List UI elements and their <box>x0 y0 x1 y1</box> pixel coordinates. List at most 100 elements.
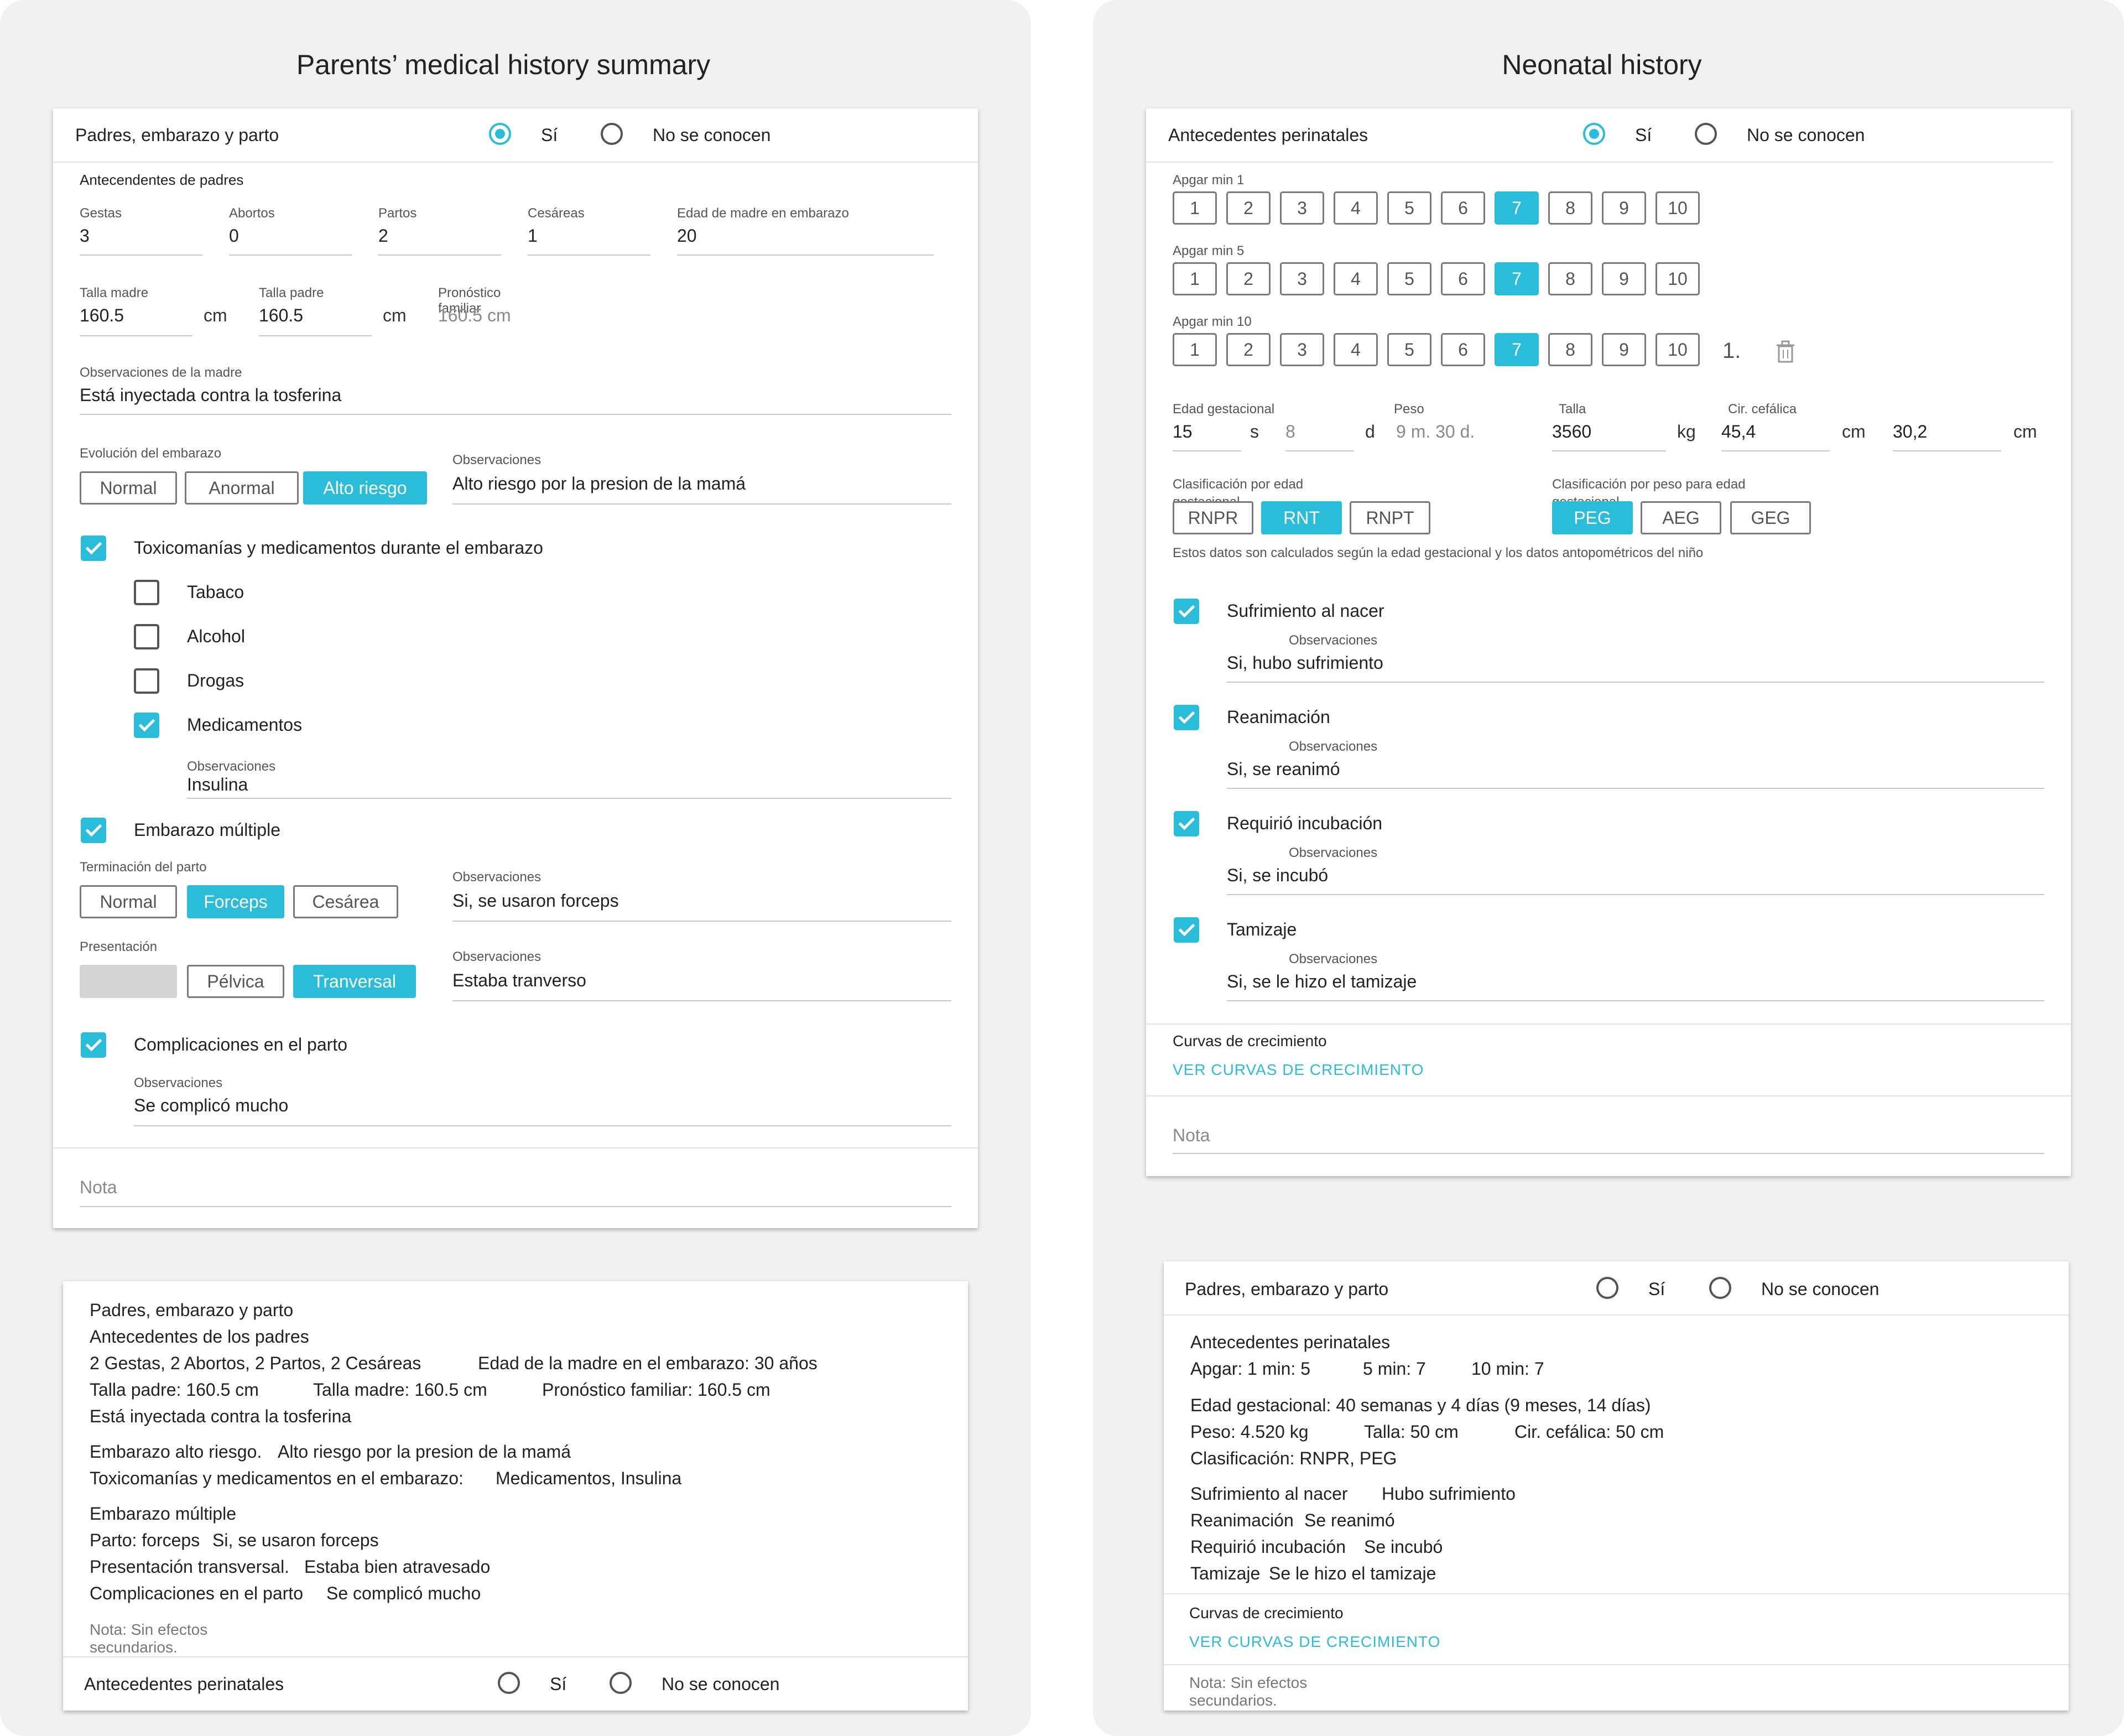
apgar-5-option[interactable]: 1 <box>1173 262 1217 295</box>
apgar-1-option[interactable]: 2 <box>1226 191 1271 225</box>
apgar-5-option[interactable]: 10 <box>1656 262 1700 295</box>
apgar-10-option[interactable]: 2 <box>1226 333 1271 366</box>
cesareas-field[interactable]: 1 <box>528 226 538 246</box>
medicamentos-checkbox[interactable] <box>134 713 159 738</box>
apgar-10-option[interactable]: 4 <box>1334 333 1378 366</box>
abortos-field[interactable]: 0 <box>229 226 239 246</box>
radio-yes[interactable] <box>489 123 511 145</box>
clas-rnt-button[interactable]: RNT <box>1261 501 1342 534</box>
edad-madre-label: Edad de madre en embarazo <box>677 206 849 221</box>
apgar-10-option[interactable]: 8 <box>1548 333 1592 366</box>
radio-unknown[interactable] <box>1695 123 1717 145</box>
talla-field[interactable]: 3560 <box>1552 422 1591 442</box>
cir2-field[interactable]: 30,2 <box>1893 422 1927 442</box>
clas-aeg-button[interactable]: AEG <box>1641 501 1721 534</box>
gestas-field[interactable]: 3 <box>80 226 90 246</box>
evolucion-normal-button[interactable]: Normal <box>80 471 177 505</box>
med-obs-field[interactable]: Insulina <box>187 775 248 795</box>
talla-madre-field[interactable]: 160.5 <box>80 305 124 326</box>
terminacion-forceps-button[interactable]: Forceps <box>187 885 284 918</box>
tamizaje-obs-underline <box>1227 1000 2044 1001</box>
apgar-5-option[interactable]: 3 <box>1280 262 1324 295</box>
summary-radio-yes[interactable] <box>1596 1277 1618 1299</box>
clas-peg-button[interactable]: PEG <box>1552 501 1633 534</box>
clas-rnpt-button[interactable]: RNPT <box>1350 501 1430 534</box>
apgar-5-option[interactable]: 8 <box>1548 262 1592 295</box>
multiple-checkbox[interactable] <box>81 818 106 843</box>
tamizaje-obs-field[interactable]: Si, se le hizo el tamizaje <box>1227 971 1417 992</box>
curvas-link[interactable]: VER CURVAS DE CRECIMIENTO <box>1173 1061 1424 1079</box>
parents-summary-card: Padres, embarazo y parto Antecedentes de… <box>63 1281 968 1711</box>
nota-field[interactable]: Nota <box>80 1177 117 1198</box>
tamizaje-checkbox[interactable] <box>1174 917 1199 943</box>
talla-padre-field[interactable]: 160.5 <box>259 305 303 326</box>
incubacion-obs-field[interactable]: Si, se incubó <box>1227 865 1328 886</box>
presentacion-pelvica-button[interactable]: Pélvica <box>187 965 284 998</box>
terminacion-obs-field[interactable]: Si, se usaron forceps <box>452 891 619 911</box>
clas-rnpr-button[interactable]: RNPR <box>1173 501 1253 534</box>
apgar-10-option[interactable]: 3 <box>1280 333 1324 366</box>
drogas-checkbox[interactable] <box>134 668 159 694</box>
evolucion-anormal-button[interactable]: Anormal <box>185 471 299 505</box>
summary-radio-unknown[interactable] <box>1709 1277 1731 1299</box>
apgar-1-option[interactable]: 6 <box>1441 191 1485 225</box>
apgar-5-option[interactable]: 7 <box>1495 262 1539 295</box>
radio-yes[interactable] <box>1583 123 1605 145</box>
nota-field[interactable]: Nota <box>1173 1125 1210 1146</box>
apgar-10-option[interactable]: 9 <box>1602 333 1646 366</box>
apgar-5-option[interactable]: 6 <box>1441 262 1485 295</box>
edad-gest-weeks-field[interactable]: 15 <box>1173 422 1193 442</box>
presentacion-tranversal-button[interactable]: Tranversal <box>293 965 416 998</box>
talla-underline <box>1552 450 1666 451</box>
evolucion-alto-riesgo-button[interactable]: Alto riesgo <box>303 471 427 505</box>
header-divider <box>53 162 978 163</box>
edad-gest-days-field[interactable]: 8 <box>1285 422 1295 442</box>
comp-obs-underline <box>134 1125 951 1126</box>
apgar-1-option[interactable]: 1 <box>1173 191 1217 225</box>
cir-field[interactable]: 45,4 <box>1721 422 1756 442</box>
apgar-1-option[interactable]: 10 <box>1656 191 1700 225</box>
terminacion-cesarea-button[interactable]: Cesárea <box>293 885 398 918</box>
apgar-1-option[interactable]: 9 <box>1602 191 1646 225</box>
reanimacion-checkbox[interactable] <box>1174 705 1199 730</box>
comp-obs-field[interactable]: Se complicó mucho <box>134 1095 288 1116</box>
tabaco-checkbox[interactable] <box>134 580 159 605</box>
incubacion-checkbox[interactable] <box>1174 811 1199 836</box>
evolucion-obs-field[interactable]: Alto riesgo por la presion de la mamá <box>452 474 746 494</box>
summary-curvas-label: Curvas de crecimiento <box>1189 1604 1344 1621</box>
apgar-5-option[interactable]: 4 <box>1334 262 1378 295</box>
apgar-10-option[interactable]: 7 <box>1495 333 1539 366</box>
apgar-10-option[interactable]: 1 <box>1173 333 1217 366</box>
trash-icon[interactable] <box>1774 340 1797 364</box>
sufrimiento-obs-field[interactable]: Si, hubo sufrimiento <box>1227 653 1383 673</box>
alcohol-checkbox[interactable] <box>134 624 159 649</box>
apgar-1-option[interactable]: 5 <box>1387 191 1431 225</box>
reanimacion-obs-field[interactable]: Si, se reanimó <box>1227 759 1340 779</box>
toxico-checkbox[interactable] <box>81 536 106 561</box>
presentacion-cefalica-button[interactable] <box>80 965 177 998</box>
partos-underline <box>378 254 501 256</box>
footer-radio-unknown[interactable] <box>610 1672 632 1694</box>
apgar-5-option[interactable]: 9 <box>1602 262 1646 295</box>
apgar-1-option[interactable]: 7 <box>1495 191 1539 225</box>
complicaciones-checkbox[interactable] <box>81 1032 106 1058</box>
apgar-1-option[interactable]: 3 <box>1280 191 1324 225</box>
clas-geg-button[interactable]: GEG <box>1730 501 1811 534</box>
apgar-5-option[interactable]: 5 <box>1387 262 1431 295</box>
sufrimiento-checkbox[interactable] <box>1174 599 1199 624</box>
partos-field[interactable]: 2 <box>378 226 388 246</box>
apgar-1-option[interactable]: 8 <box>1548 191 1592 225</box>
apgar-10-option[interactable]: 10 <box>1656 333 1700 366</box>
apgar-5-option[interactable]: 2 <box>1226 262 1271 295</box>
presentacion-obs-field[interactable]: Estaba tranverso <box>452 970 586 991</box>
edad-madre-field[interactable]: 20 <box>677 226 697 246</box>
terminacion-normal-button[interactable]: Normal <box>80 885 177 918</box>
apgar-10-option[interactable]: 6 <box>1441 333 1485 366</box>
radio-unknown[interactable] <box>601 123 623 145</box>
apgar-10-option[interactable]: 5 <box>1387 333 1431 366</box>
apgar-1-option[interactable]: 4 <box>1334 191 1378 225</box>
summary-curvas-link[interactable]: VER CURVAS DE CRECIMIENTO <box>1189 1633 1440 1651</box>
footer-radio-yes[interactable] <box>498 1672 520 1694</box>
obs-madre-field[interactable]: Está inyectada contra la tosferina <box>80 385 341 406</box>
section-header-label: Antecedentes perinatales <box>1168 125 1368 145</box>
